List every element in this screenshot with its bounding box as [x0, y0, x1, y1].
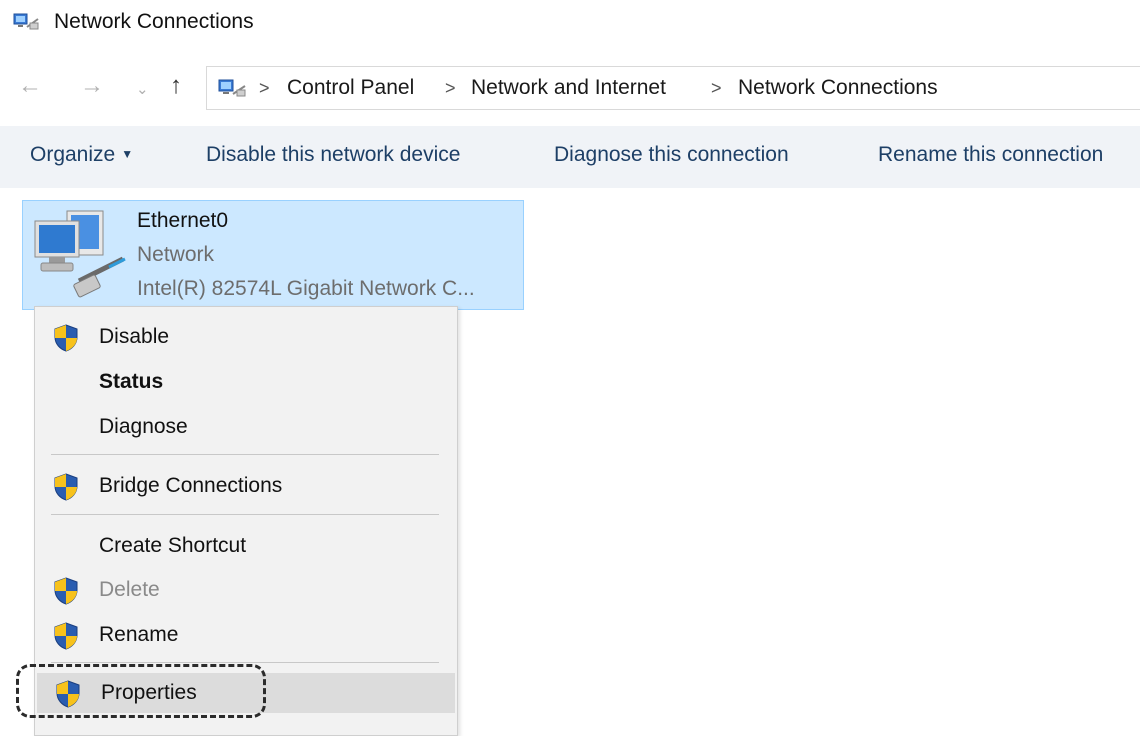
uac-shield-icon	[54, 473, 78, 501]
menu-separator	[51, 454, 439, 455]
menu-item-create-shortcut[interactable]: Create Shortcut	[35, 526, 457, 566]
connection-name: Ethernet0	[137, 209, 229, 232]
command-toolbar: Organize ▼ Disable this network device Di…	[0, 126, 1140, 188]
menu-item-diagnose[interactable]: Diagnose	[35, 407, 457, 447]
menu-item-label: Diagnose	[99, 415, 188, 438]
network-connections-icon	[218, 79, 246, 97]
address-bar[interactable]: > Control Panel > Network and Internet >…	[206, 66, 1140, 110]
menu-item-label: Rename	[99, 623, 179, 646]
title-bar: Network Connections	[0, 0, 1140, 46]
network-connections-icon	[13, 13, 39, 30]
up-button[interactable]: ↑	[170, 74, 182, 98]
connection-device: Intel(R) 82574L Gigabit Network C...	[137, 277, 475, 300]
breadcrumb-network-connections[interactable]: Network Connections	[738, 76, 938, 100]
menu-item-label: Disable	[99, 325, 170, 348]
menu-item-label: Status	[99, 370, 164, 393]
caret-down-icon: ▼	[121, 147, 134, 161]
menu-separator	[51, 662, 439, 663]
organize-button[interactable]: Organize ▼	[30, 143, 133, 167]
uac-shield-icon	[54, 577, 78, 605]
menu-item-rename[interactable]: Rename	[35, 615, 457, 655]
forward-button[interactable]: →	[80, 74, 104, 98]
breadcrumb-network-and-internet[interactable]: Network and Internet	[471, 76, 666, 100]
back-button[interactable]: ←	[18, 74, 42, 98]
ethernet-adapter-icon	[34, 210, 126, 298]
menu-item-label: Delete	[99, 578, 160, 601]
connection-type: Network	[137, 243, 215, 266]
recent-locations-button[interactable]: ⌄	[136, 78, 149, 102]
organize-label: Organize	[30, 143, 116, 166]
menu-separator	[51, 514, 439, 515]
highlight-annotation	[16, 664, 266, 718]
window-title: Network Connections	[54, 10, 254, 33]
breadcrumb-control-panel[interactable]: Control Panel	[287, 76, 414, 100]
connection-item-ethernet0[interactable]: Ethernet0 Network Intel(R) 82574L Gigabi…	[22, 200, 524, 310]
breadcrumb-separator: >	[445, 78, 456, 98]
rename-connection-button[interactable]: Rename this connection	[878, 143, 1103, 167]
breadcrumb-separator: >	[259, 78, 270, 98]
menu-item-label: Bridge Connections	[99, 474, 283, 497]
disable-device-button[interactable]: Disable this network device	[206, 143, 460, 167]
menu-item-delete: Delete	[35, 570, 457, 610]
uac-shield-icon	[54, 622, 78, 650]
address-row: ← → ⌄ ↑ > Control Panel > Network and In…	[0, 64, 1140, 112]
breadcrumb-separator: >	[711, 78, 722, 98]
menu-item-status[interactable]: Status	[35, 362, 457, 402]
menu-item-label: Create Shortcut	[99, 534, 247, 557]
diagnose-connection-button[interactable]: Diagnose this connection	[554, 143, 789, 167]
menu-item-bridge-connections[interactable]: Bridge Connections	[35, 466, 457, 506]
menu-item-disable[interactable]: Disable	[35, 317, 457, 357]
uac-shield-icon	[54, 324, 78, 352]
